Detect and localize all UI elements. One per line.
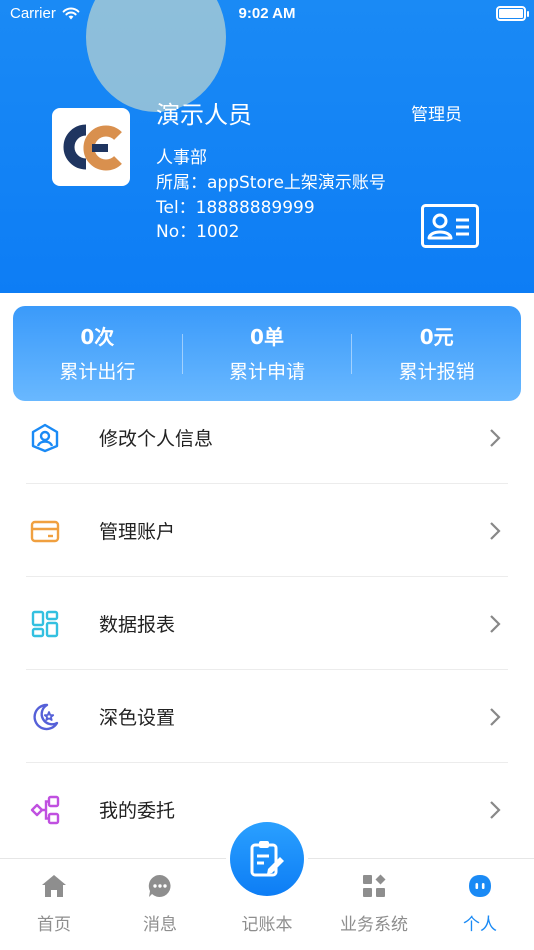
menu-item-label: 数据报表 — [99, 614, 176, 636]
stat-value: 0次 — [80, 325, 115, 349]
company-logo-gc — [63, 124, 122, 171]
person-icon — [469, 875, 491, 897]
user-tel: Tel：18888889999 — [156, 198, 315, 218]
moon-star-icon — [33, 703, 59, 731]
chevron-right-icon — [490, 429, 501, 447]
settings-menu: 修改个人信息 管理账户 数据报表 深色设置 我的委托 — [0, 391, 534, 856]
battery-icon — [496, 6, 529, 21]
user-profile-icon — [31, 423, 59, 453]
stats-card: 0次 累计出行 0单 累计申请 0元 累计报销 — [13, 306, 521, 401]
data-report-icon — [31, 610, 59, 638]
user-name: 演示人员 — [156, 101, 252, 129]
tab-messages[interactable]: 消息 — [110, 859, 210, 939]
menu-item-manage-account[interactable]: 管理账户 — [0, 484, 534, 577]
tab-label: 个人 — [463, 915, 497, 935]
stat-value: 0元 — [419, 325, 454, 349]
status-bar: Carrier 9:02 AM — [0, 0, 534, 28]
tab-business[interactable]: 业务系统 — [324, 859, 424, 939]
stat-label: 累计申请 — [229, 361, 306, 383]
wallet-card-icon — [30, 520, 60, 543]
user-role: 管理员 — [411, 105, 462, 125]
status-time: 9:02 AM — [238, 5, 296, 22]
stat-value: 0单 — [250, 325, 284, 349]
company-logo — [52, 108, 130, 186]
stat-trips[interactable]: 0次 累计出行 — [13, 323, 182, 384]
menu-item-edit-profile[interactable]: 修改个人信息 — [0, 391, 534, 484]
stat-reimbursements[interactable]: 0元 累计报销 — [352, 323, 521, 384]
profile-header: Carrier 9:02 AM 演示人员 管理员 人事部 所属：appStore… — [0, 0, 534, 293]
menu-item-label: 我的委托 — [99, 800, 176, 822]
share-node-icon — [30, 795, 60, 825]
message-icon — [148, 874, 171, 897]
stat-applications[interactable]: 0单 累计申请 — [183, 323, 352, 384]
user-department: 人事部 — [156, 148, 207, 168]
tab-label: 记账本 — [241, 915, 293, 935]
stat-label: 累计出行 — [59, 361, 136, 383]
menu-item-label: 修改个人信息 — [99, 428, 214, 450]
chevron-right-icon — [490, 615, 501, 633]
menu-item-label: 管理账户 — [99, 521, 176, 543]
id-card-icon[interactable] — [421, 204, 479, 248]
tab-label: 业务系统 — [340, 915, 408, 935]
chevron-right-icon — [490, 708, 501, 726]
notebook-fab-button[interactable] — [230, 822, 304, 896]
notebook-edit-icon — [250, 841, 284, 877]
menu-item-dark-mode[interactable]: 深色设置 — [0, 670, 534, 763]
menu-item-data-report[interactable]: 数据报表 — [0, 577, 534, 670]
user-number: No：1002 — [156, 222, 240, 242]
menu-item-label: 深色设置 — [99, 707, 176, 729]
tab-label: 消息 — [143, 915, 177, 935]
apps-grid-icon — [363, 874, 386, 897]
chevron-right-icon — [490, 801, 501, 819]
home-icon — [42, 875, 66, 897]
chevron-right-icon — [490, 522, 501, 540]
tab-label: 首页 — [37, 915, 71, 935]
tab-home[interactable]: 首页 — [4, 859, 104, 939]
tab-profile[interactable]: 个人 — [430, 859, 530, 939]
stat-label: 累计报销 — [398, 361, 475, 383]
user-affiliation: 所属：appStore上架演示账号 — [156, 173, 386, 193]
